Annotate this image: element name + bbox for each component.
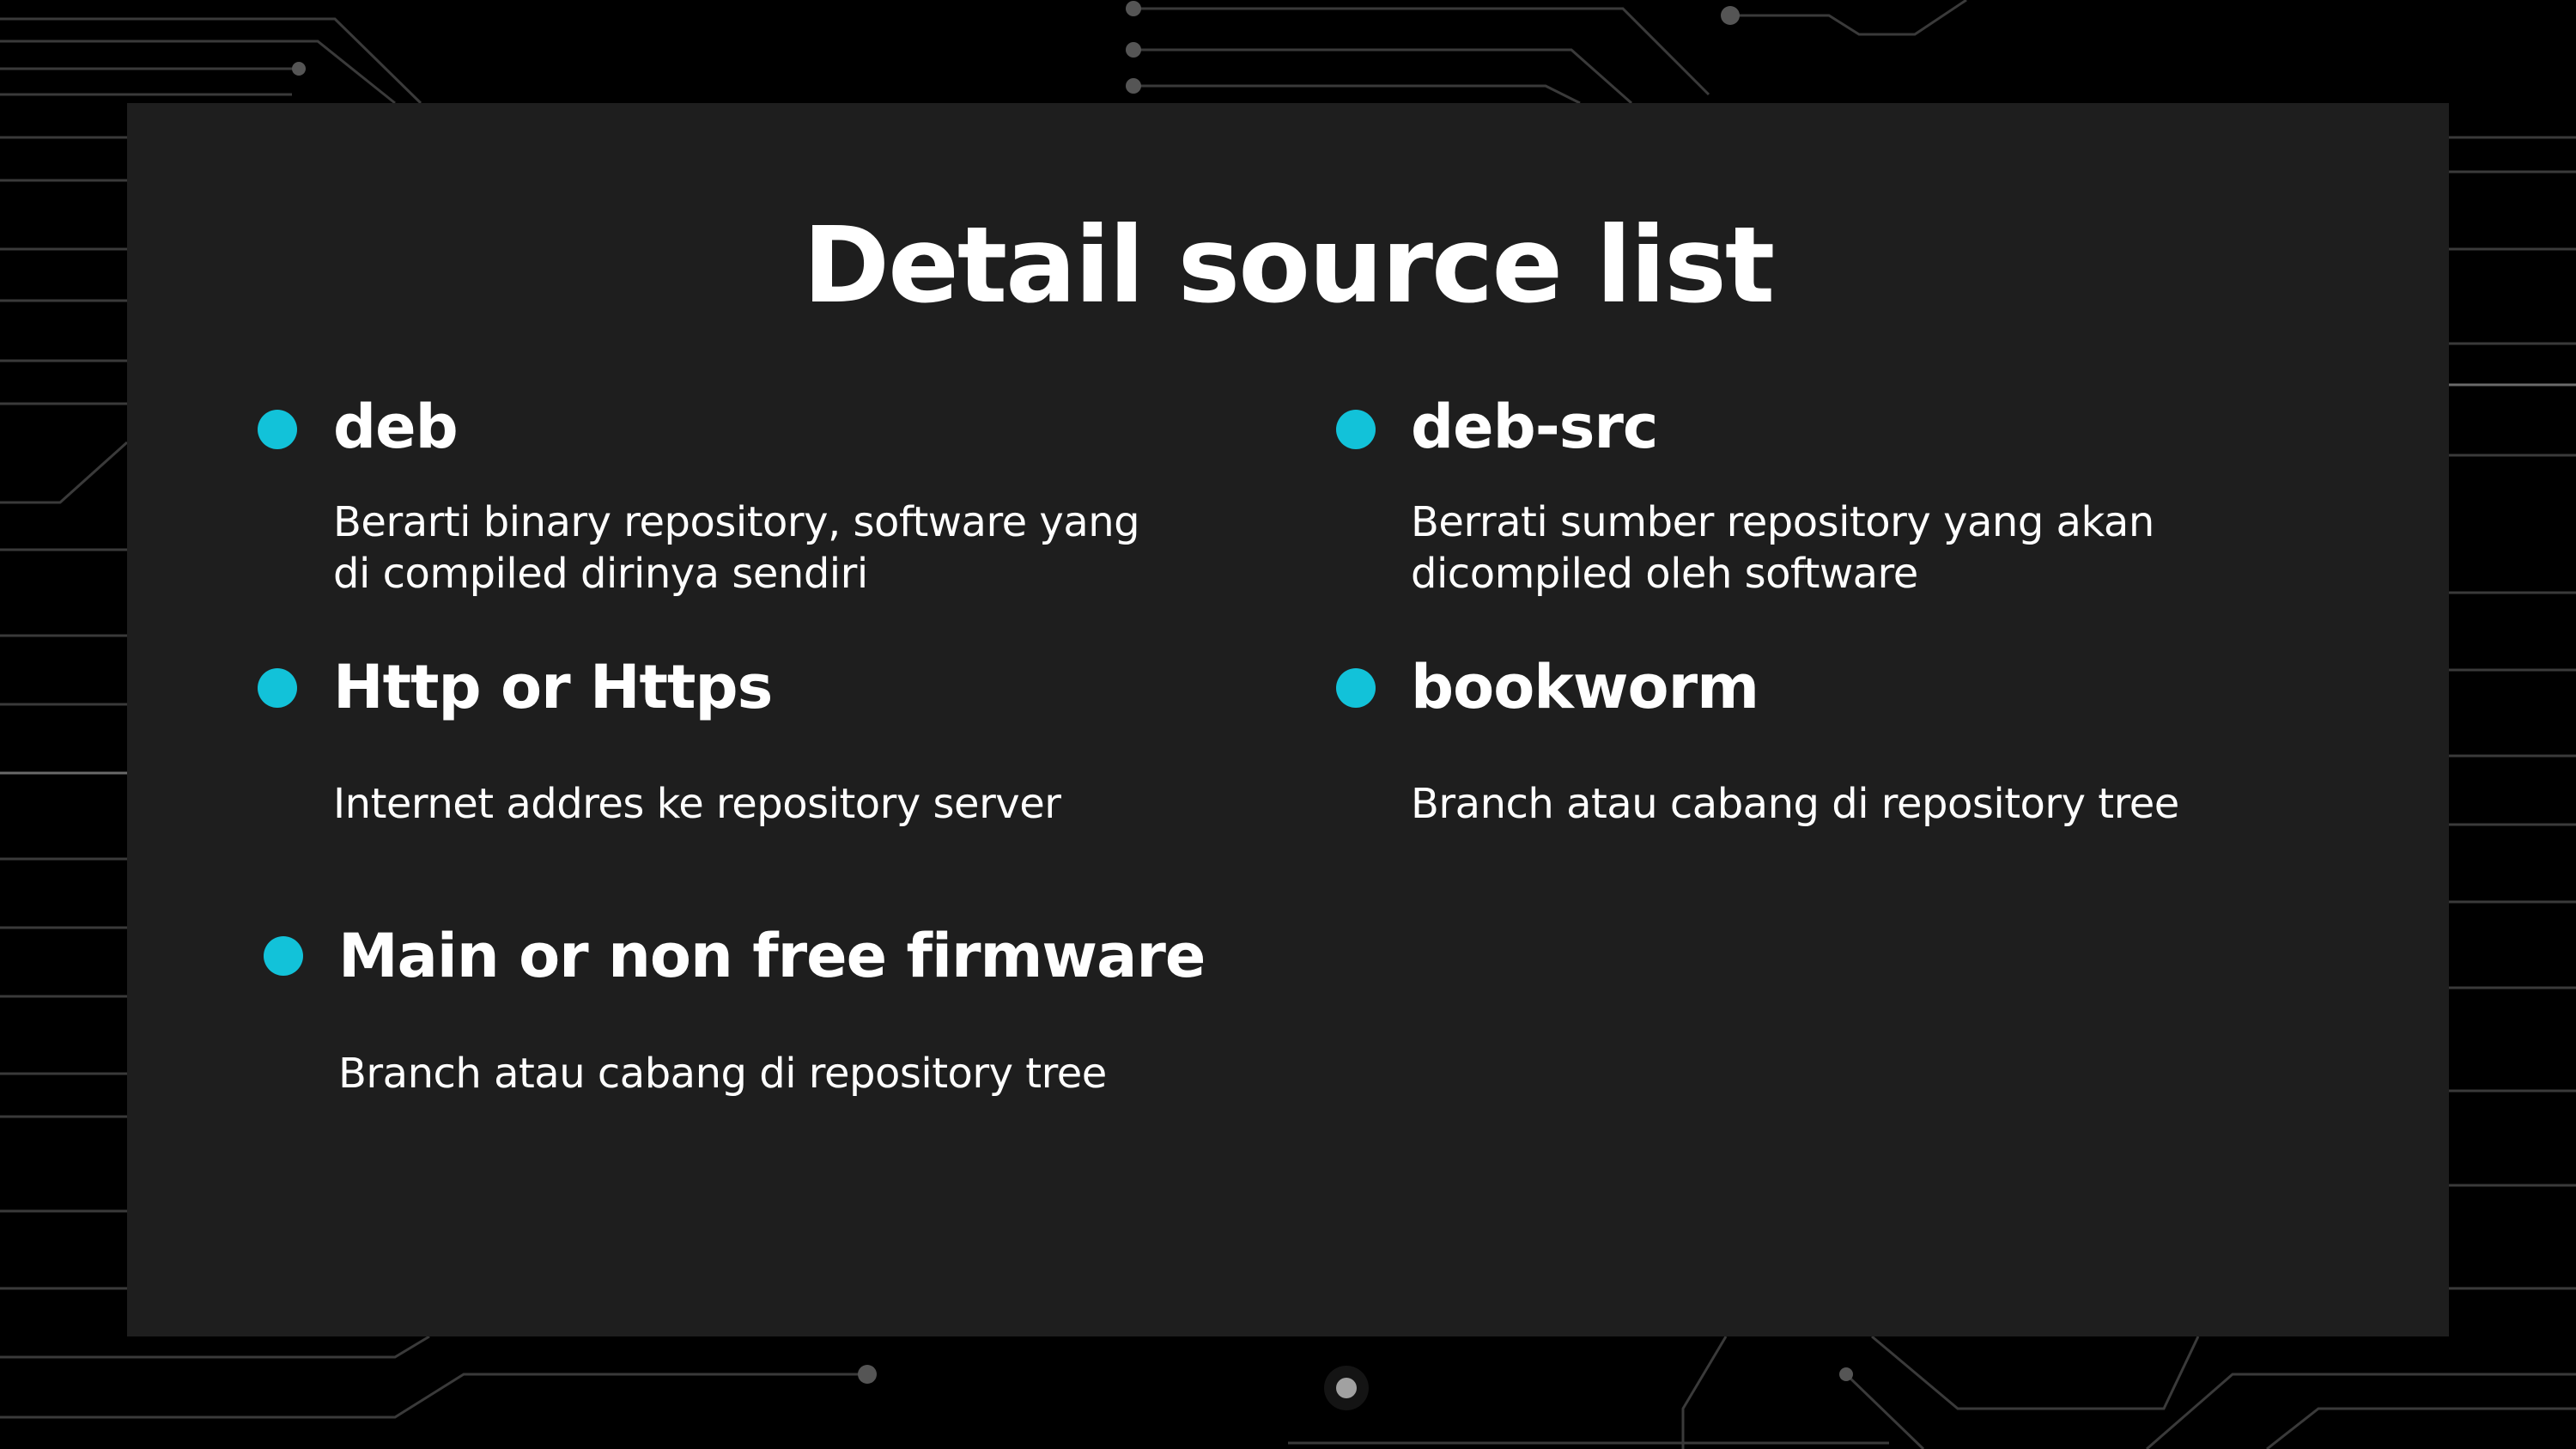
item-term: bookworm	[1411, 652, 1759, 722]
item-term: Main or non free firmware	[338, 921, 1206, 991]
item-term: deb	[333, 392, 459, 462]
item-description: Branch atau cabang di repository tree	[1411, 780, 2179, 828]
item-term: deb-src	[1411, 392, 1658, 462]
cyan-dot-icon	[264, 936, 303, 976]
item-description: Internet addres ke repository server	[333, 780, 1061, 828]
item-description: Branch atau cabang di repository tree	[338, 1050, 1107, 1098]
content-panel: Detail source list deb Berarti binary re…	[127, 103, 2449, 1336]
item-term: Http or Https	[333, 652, 773, 722]
cyan-dot-icon	[258, 410, 297, 449]
cyan-dot-icon	[1336, 668, 1376, 708]
slide-title: Detail source list	[802, 204, 1775, 326]
slide: Detail source list deb Berarti binary re…	[0, 0, 2576, 1449]
cyan-dot-icon	[1336, 410, 1376, 449]
item-description: Berrati sumber repository yang akan dico…	[1411, 498, 2154, 598]
cyan-dot-icon	[258, 668, 297, 708]
item-description: Berarti binary repository, software yang…	[333, 498, 1140, 598]
